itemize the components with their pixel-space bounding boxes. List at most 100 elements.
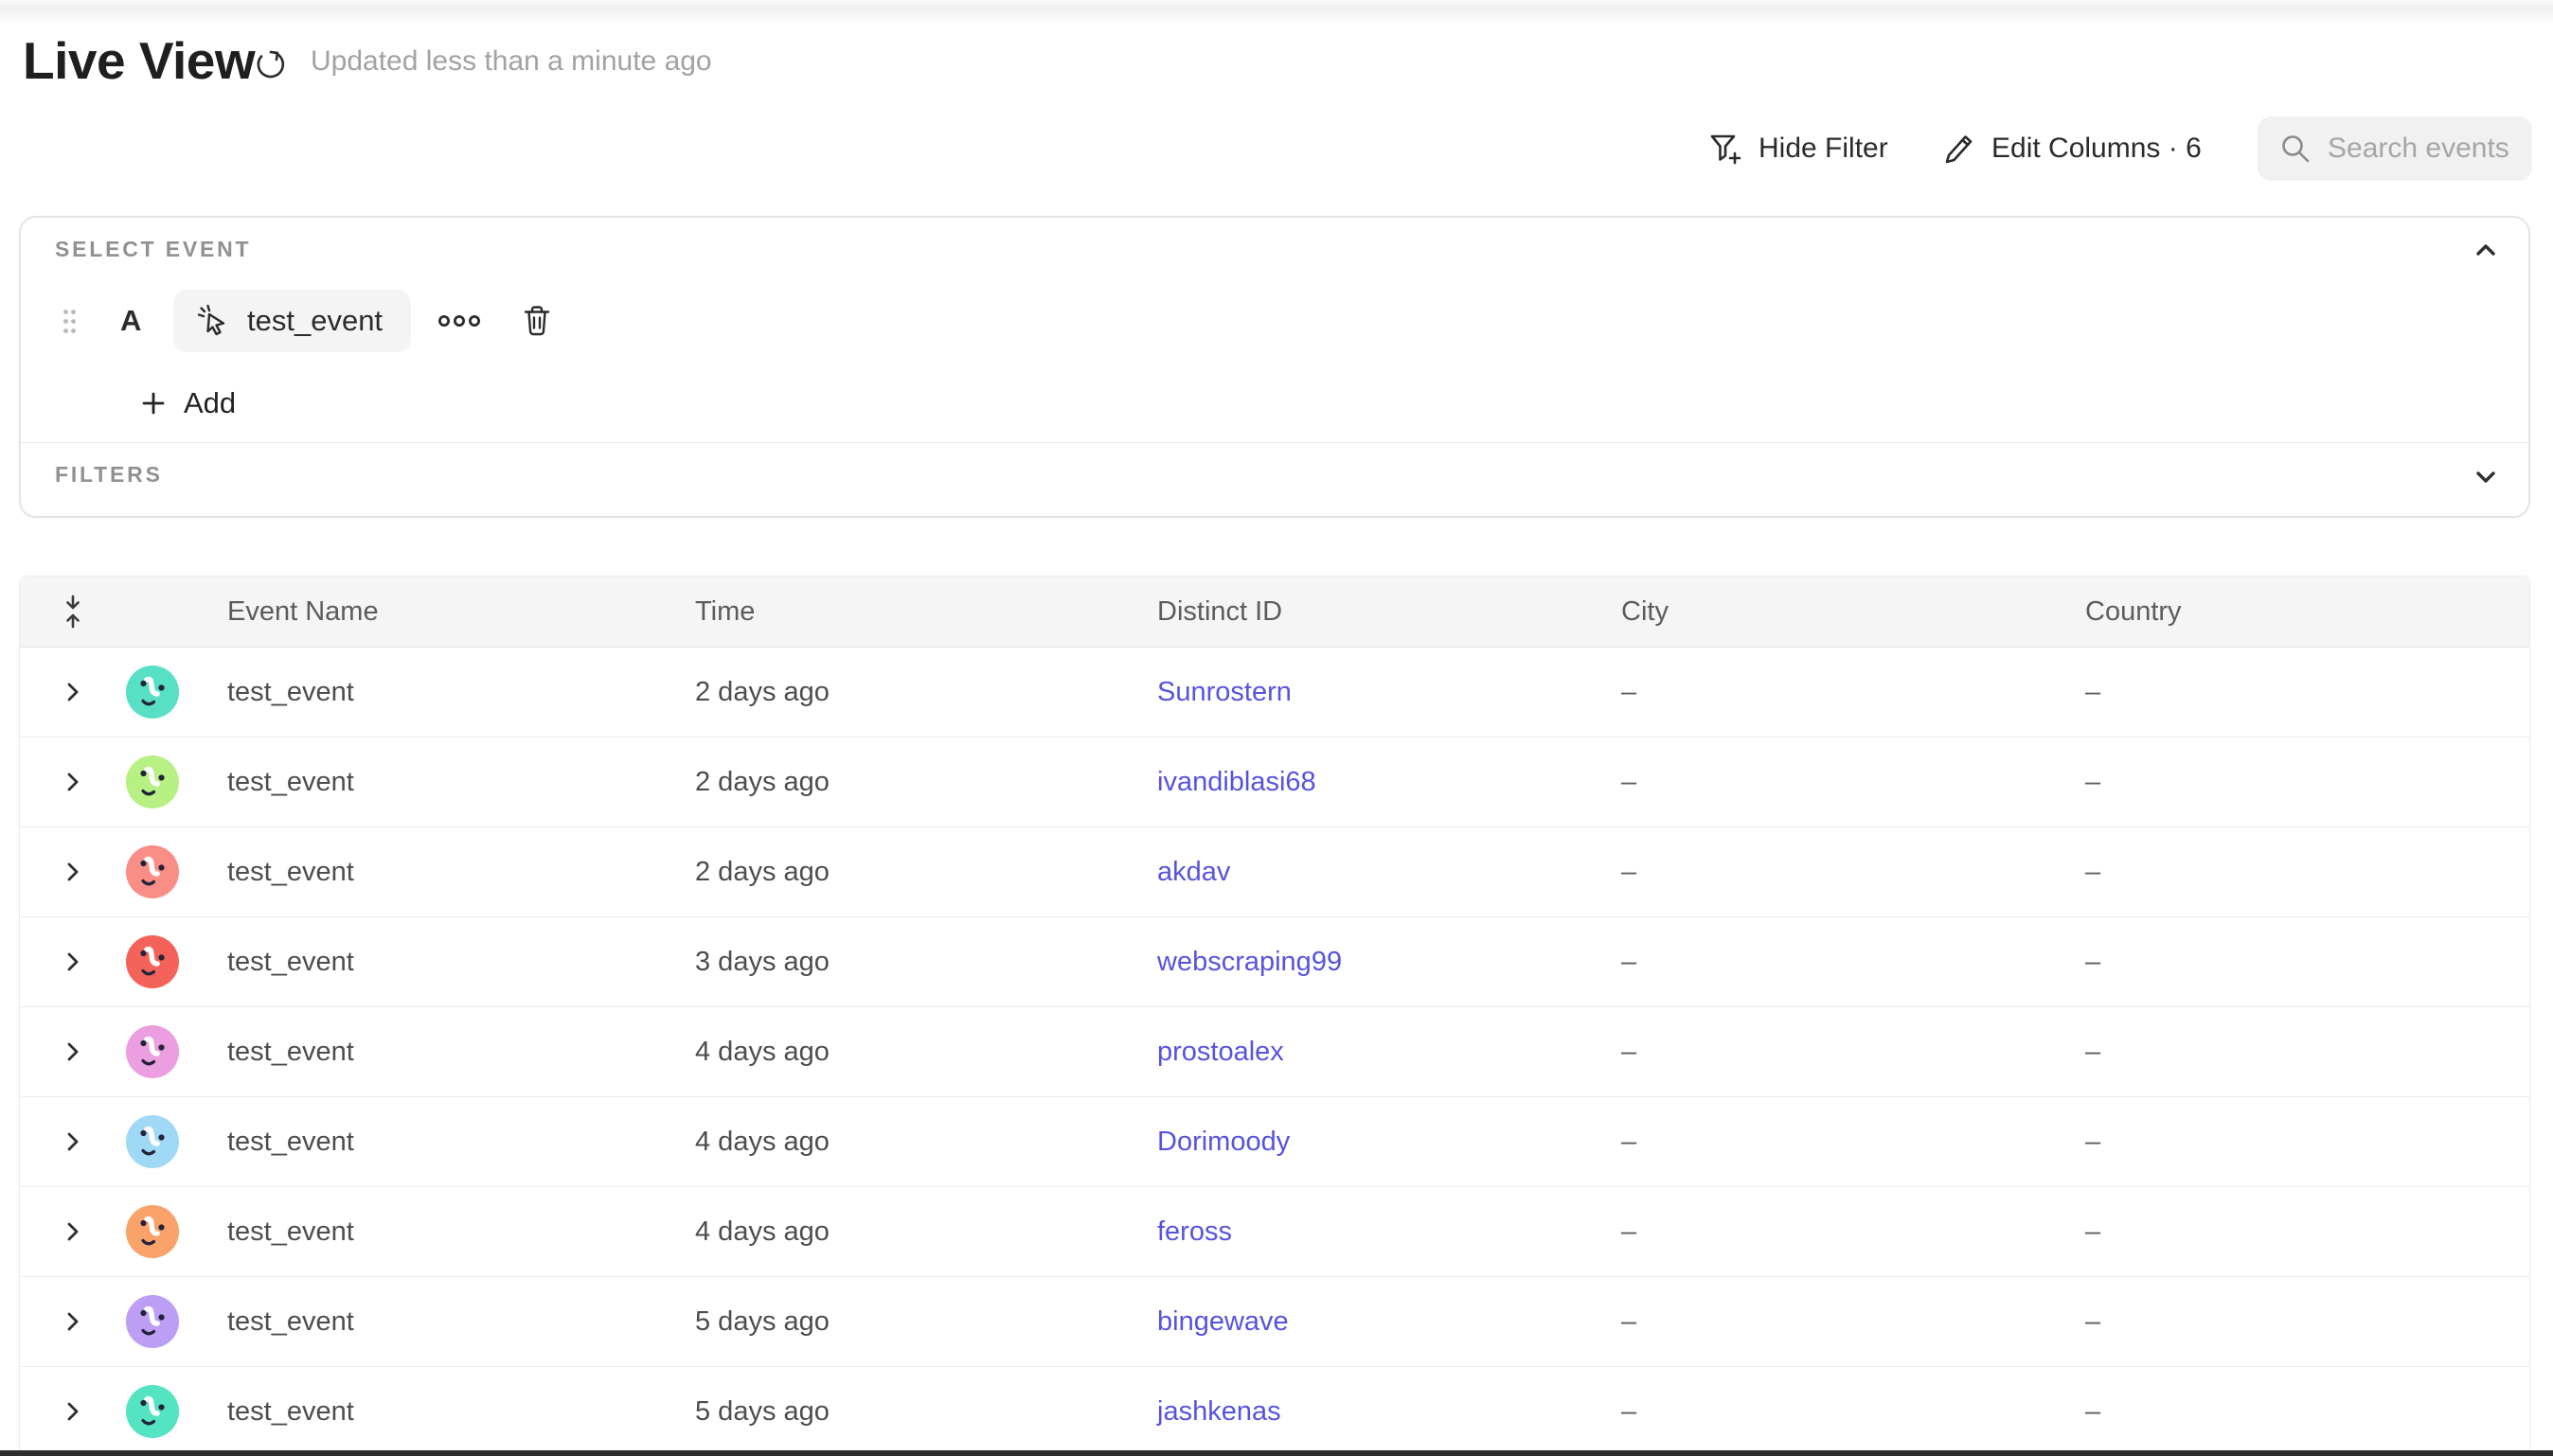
- delete-event-button[interactable]: [521, 303, 553, 339]
- city-cell: –: [1621, 767, 2085, 798]
- chevron-right-icon[interactable]: [61, 1309, 85, 1334]
- add-label: Add: [184, 386, 236, 420]
- filter-plus-icon: [1706, 130, 1744, 168]
- event-name-cell: test_event: [227, 677, 695, 708]
- table-body: test_event 2 days ago Sunrostern – – tes…: [20, 648, 2529, 1456]
- table-row[interactable]: test_event 5 days ago bingewave – –: [20, 1277, 2529, 1367]
- chevron-right-icon[interactable]: [61, 860, 85, 884]
- hide-filter-label: Hide Filter: [1759, 133, 1888, 165]
- search-events-box[interactable]: [2258, 116, 2532, 181]
- event-more-options-button[interactable]: [437, 313, 481, 328]
- top-scroll-shadow: [0, 0, 2553, 25]
- time-cell: 4 days ago: [695, 1037, 1157, 1068]
- user-avatar: [126, 1115, 179, 1168]
- refresh-icon: [254, 47, 288, 81]
- distinct-id-link[interactable]: akdav: [1157, 857, 1230, 887]
- country-cell: –: [2085, 1037, 2529, 1068]
- selected-event-name: test_event: [247, 304, 383, 338]
- event-name-cell: test_event: [227, 767, 695, 798]
- collapse-rows-button[interactable]: [60, 593, 86, 630]
- expand-filters-button[interactable]: [2472, 466, 2500, 488]
- column-header-country: Country: [2085, 596, 2529, 628]
- table-row[interactable]: test_event 2 days ago akdav – –: [20, 827, 2529, 917]
- country-cell: –: [2085, 857, 2529, 888]
- table-row[interactable]: test_event 5 days ago jashkenas – –: [20, 1367, 2529, 1456]
- distinct-id-link[interactable]: Sunrostern: [1157, 677, 1292, 707]
- time-cell: 4 days ago: [695, 1216, 1157, 1248]
- table-row[interactable]: test_event 4 days ago feross – –: [20, 1187, 2529, 1277]
- table-row[interactable]: test_event 2 days ago Sunrostern – –: [20, 648, 2529, 737]
- chevron-right-icon[interactable]: [61, 1219, 85, 1244]
- edit-columns-button[interactable]: Edit Columns · 6: [1941, 116, 2202, 181]
- user-avatar: [126, 935, 179, 988]
- event-name-cell: test_event: [227, 1216, 695, 1248]
- chevron-right-icon[interactable]: [61, 770, 85, 794]
- user-avatar: [126, 755, 179, 808]
- table-header-row: Event Name Time Distinct ID City Country: [20, 577, 2529, 648]
- plus-icon: [140, 390, 167, 417]
- time-cell: 2 days ago: [695, 767, 1157, 798]
- collapse-section-button[interactable]: [2472, 239, 2500, 261]
- distinct-id-link[interactable]: prostoalex: [1157, 1037, 1284, 1067]
- trash-icon: [521, 303, 553, 339]
- edit-columns-label: Edit Columns · 6: [1991, 133, 2202, 165]
- city-cell: –: [1621, 947, 2085, 978]
- distinct-id-link[interactable]: jashkenas: [1157, 1396, 1281, 1427]
- chevron-right-icon[interactable]: [61, 1399, 85, 1424]
- city-cell: –: [1621, 1216, 2085, 1248]
- country-cell: –: [2085, 1127, 2529, 1158]
- drag-handle-icon[interactable]: [62, 309, 77, 334]
- distinct-id-link[interactable]: feross: [1157, 1216, 1232, 1247]
- city-cell: –: [1621, 1127, 2085, 1158]
- pencil-icon: [1941, 131, 1977, 167]
- user-avatar: [126, 845, 179, 898]
- user-avatar: [126, 666, 179, 719]
- city-cell: –: [1621, 857, 2085, 888]
- select-event-label: SELECT EVENT: [55, 237, 251, 262]
- chevron-right-icon[interactable]: [61, 950, 85, 974]
- country-cell: –: [2085, 767, 2529, 798]
- cursor-click-icon: [196, 303, 232, 339]
- event-name-cell: test_event: [227, 947, 695, 978]
- events-table: Event Name Time Distinct ID City Country…: [19, 576, 2530, 1456]
- event-selector-chip[interactable]: test_event: [173, 290, 411, 352]
- distinct-id-link[interactable]: webscraping99: [1157, 947, 1342, 977]
- collapse-vertical-icon: [60, 593, 86, 630]
- distinct-id-link[interactable]: ivandiblasi68: [1157, 767, 1316, 797]
- column-header-time: Time: [695, 596, 1157, 628]
- user-avatar: [126, 1385, 179, 1438]
- chevron-right-icon[interactable]: [61, 1039, 85, 1064]
- time-cell: 5 days ago: [695, 1396, 1157, 1428]
- country-cell: –: [2085, 1216, 2529, 1248]
- time-cell: 5 days ago: [695, 1306, 1157, 1338]
- country-cell: –: [2085, 1306, 2529, 1338]
- event-name-cell: test_event: [227, 857, 695, 888]
- city-cell: –: [1621, 677, 2085, 708]
- event-name-cell: test_event: [227, 1396, 695, 1428]
- chevron-right-icon[interactable]: [61, 1129, 85, 1154]
- search-icon: [2278, 132, 2312, 166]
- chevron-up-icon: [2472, 239, 2500, 261]
- hide-filter-button[interactable]: Hide Filter: [1706, 116, 1888, 181]
- distinct-id-link[interactable]: Dorimoody: [1157, 1127, 1290, 1157]
- column-header-event-name: Event Name: [227, 596, 695, 628]
- chevron-right-icon[interactable]: [61, 680, 85, 704]
- search-input[interactable]: [2328, 133, 2523, 165]
- event-name-cell: test_event: [227, 1306, 695, 1338]
- more-options-icon: [437, 313, 481, 328]
- table-row[interactable]: test_event 4 days ago Dorimoody – –: [20, 1097, 2529, 1187]
- table-row[interactable]: test_event 3 days ago webscraping99 – –: [20, 917, 2529, 1007]
- user-avatar: [126, 1025, 179, 1078]
- table-row[interactable]: test_event 2 days ago ivandiblasi68 – –: [20, 737, 2529, 827]
- event-clause-row: A test_event: [62, 290, 553, 352]
- user-avatar: [126, 1205, 179, 1258]
- event-name-cell: test_event: [227, 1037, 695, 1068]
- distinct-id-link[interactable]: bingewave: [1157, 1306, 1289, 1337]
- user-avatar: [126, 1295, 179, 1348]
- bottom-edge-bar: [0, 1450, 2553, 1456]
- add-event-button[interactable]: Add: [140, 386, 236, 420]
- time-cell: 3 days ago: [695, 947, 1157, 978]
- refresh-button[interactable]: [252, 45, 290, 83]
- filters-label: FILTERS: [55, 462, 163, 488]
- table-row[interactable]: test_event 4 days ago prostoalex – –: [20, 1007, 2529, 1097]
